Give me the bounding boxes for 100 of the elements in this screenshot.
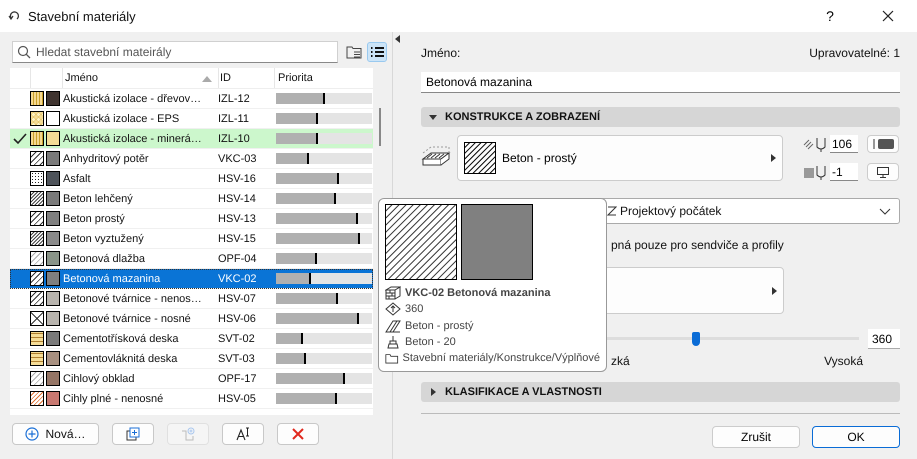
priority-field[interactable]: 360 xyxy=(868,329,900,349)
duplicate-button[interactable] xyxy=(112,423,154,445)
table-cell-text: IZL-12 xyxy=(217,92,251,104)
cancel-button[interactable]: Zrušit xyxy=(712,426,800,448)
note-text: pná pouze pro sendviče a profily xyxy=(610,238,785,252)
table-cell-text: Beton prostý xyxy=(62,212,126,224)
duplicate-icon xyxy=(126,427,140,441)
search-field[interactable]: Hledat stavební mateirály xyxy=(12,41,338,63)
folder-tree-icon xyxy=(346,44,362,60)
table-cell-text: HSV-13 xyxy=(217,212,257,224)
table-row[interactable]: Akustická izolace - minerá… IZL-10 xyxy=(10,129,373,149)
tooltip-text: Stavební materiály/Konstrukce/Výplňové xyxy=(402,352,600,364)
slider-thumb[interactable] xyxy=(692,332,700,346)
table-cell-text: HSV-05 xyxy=(217,392,257,404)
app-icon xyxy=(8,10,20,22)
table-cell-text: Cihly plné - nenosné xyxy=(62,392,164,404)
tooltip-text: 360 xyxy=(405,303,424,316)
origin-icon xyxy=(607,206,617,216)
table-cell-text: Betonová dlažba xyxy=(62,252,146,264)
table-row[interactable]: Cementovláknitá deska SVT-03 xyxy=(10,349,373,369)
tooltip-text: Beton - 20 xyxy=(405,336,456,348)
high-label: Vysoká xyxy=(824,354,863,368)
section-header[interactable]: KONSTRUKCE A ZOBRAZENÍ xyxy=(421,107,900,127)
scrollbar-thumb[interactable] xyxy=(379,108,381,146)
table-cell-text: Akustická izolace - EPS xyxy=(62,112,180,124)
monitor-icon xyxy=(877,166,889,178)
table-cell-text: HSV-15 xyxy=(217,232,257,244)
low-label: zká xyxy=(611,354,630,368)
table-cell-text: OPF-04 xyxy=(217,252,258,264)
ok-button[interactable]: OK xyxy=(812,426,900,448)
line-color-button[interactable] xyxy=(867,135,899,153)
table-cell-text: Cihlový obklad xyxy=(62,372,136,384)
new-button[interactable]: Nová… xyxy=(12,423,99,445)
column-header[interactable]: ID xyxy=(218,68,274,88)
plus-circle-icon xyxy=(25,427,40,441)
table-cell-text: HSV-07 xyxy=(217,292,257,304)
table-row[interactable]: Beton vyztužený HSV-15 xyxy=(10,229,373,249)
table-row[interactable]: Asfalt HSV-16 xyxy=(10,169,373,189)
list-icon xyxy=(369,44,385,60)
fill-button[interactable]: Beton - prostý xyxy=(457,135,783,181)
collapsed-arrow-icon xyxy=(429,388,437,396)
table-cell-text: Cementovláknitá deska xyxy=(62,352,178,364)
table-cell-text: Cementotřísková deska xyxy=(62,332,180,344)
table-cell-text: SVT-02 xyxy=(217,332,256,344)
expanded-arrow-icon xyxy=(429,113,437,121)
table-cell-text: VKC-02 xyxy=(217,272,258,284)
arrow-right-icon xyxy=(771,154,776,162)
table-row[interactable]: Cementotřísková deska SVT-02 xyxy=(10,329,373,349)
table-cell-text: IZL-10 xyxy=(217,132,251,144)
chevron-down-icon xyxy=(879,208,891,214)
table-cell-text: Akustická izolace - minerá… xyxy=(62,132,203,144)
table-cell-text: Akustická izolace - dřevov… xyxy=(62,92,202,104)
pen-field[interactable]: 106 xyxy=(830,135,858,153)
delete-icon xyxy=(291,427,305,441)
table-row[interactable]: Beton prostý HSV-13 xyxy=(10,209,373,229)
table-cell-text: Betonová mazanina xyxy=(62,272,162,284)
rename-button[interactable] xyxy=(222,423,264,445)
table-cell-text: OPF-17 xyxy=(217,372,258,384)
editable-count: Upravovatelné: 1 xyxy=(809,46,900,60)
table-row[interactable]: Cihly plné - nenosné HSV-05 xyxy=(10,389,373,409)
table-cell-text: Beton vyztužený xyxy=(62,232,145,244)
table-cell-text: SVT-03 xyxy=(217,352,256,364)
search-icon xyxy=(17,45,31,59)
pen-field[interactable]: -1 xyxy=(830,163,858,181)
delete-button[interactable] xyxy=(277,423,319,445)
table-cell-text: Betonové tvárnice - nenos… xyxy=(62,292,203,304)
table-row[interactable]: Beton lehčený HSV-14 xyxy=(10,189,373,209)
line-swatch-icon xyxy=(872,139,894,149)
collapse-arrow-icon[interactable] xyxy=(395,35,400,43)
arrow-right-icon xyxy=(772,286,777,294)
table-cell-text: HSV-16 xyxy=(217,172,257,184)
tooltip-title: VKC-02 Betonová mazanina xyxy=(405,286,550,299)
hatch-icon xyxy=(385,318,401,333)
column-header[interactable]: Priorita xyxy=(274,68,373,88)
window-title: Stavební materiály xyxy=(28,8,136,24)
import-icon xyxy=(181,427,195,441)
folder-icon xyxy=(385,351,398,366)
rename-icon xyxy=(236,427,250,441)
table-cell-text: Anhydritový potěr xyxy=(62,152,150,164)
name-field[interactable]: Betonová mazanina xyxy=(421,72,900,93)
tooltip-text: Beton - prostý xyxy=(405,320,474,332)
table-cell-text: VKC-03 xyxy=(217,152,258,164)
brick-wall-icon xyxy=(385,286,401,300)
checkmark-icon xyxy=(13,132,27,144)
table-row[interactable]: Betonová mazanina VKC-02 xyxy=(10,269,373,289)
help-button[interactable]: ? xyxy=(815,4,845,28)
display-button[interactable] xyxy=(867,163,899,181)
table-row[interactable]: Akustická izolace - dřevov… IZL-12 xyxy=(10,89,373,109)
close-icon[interactable] xyxy=(882,10,894,22)
table-cell-text: Betonové tvárnice - nosné xyxy=(62,312,192,324)
table-cell-text: Asfalt xyxy=(62,172,92,184)
table-row[interactable]: Anhydritový potěr VKC-03 xyxy=(10,149,373,169)
table-row[interactable]: Betonové tvárnice - nenos… HSV-07 xyxy=(10,289,373,309)
section-header[interactable]: KLASIFIKACE A VLASTNOSTI xyxy=(421,382,900,402)
view-button[interactable] xyxy=(367,42,387,62)
column-header[interactable]: Jméno xyxy=(62,68,218,88)
hatch-swatch-icon xyxy=(464,142,496,174)
table-row[interactable]: Cihlový obklad OPF-17 xyxy=(10,369,373,389)
table-cell-text: HSV-06 xyxy=(217,312,257,324)
table-row[interactable]: Betonové tvárnice - nosné HSV-06 xyxy=(10,309,373,329)
